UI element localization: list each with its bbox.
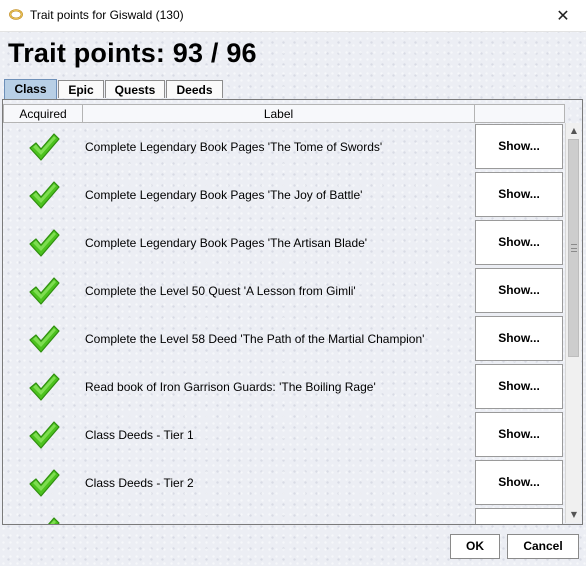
table-row[interactable]: Complete the Level 58 Deed 'The Path of … [3,315,565,363]
table-row[interactable]: Complete Legendary Book Pages 'The Tome … [3,123,565,171]
tab-deeds[interactable]: Deeds [166,80,223,98]
table-row[interactable]: Class Deeds - Tier 1 Show... [3,411,565,459]
checkmark-icon [27,419,61,451]
checkmark-icon [27,179,61,211]
checkmark-icon [27,275,61,307]
column-header-label[interactable]: Label [83,104,475,123]
row-label: Class Deeds - Tier 2 [85,476,194,490]
checkmark-icon [27,227,61,259]
tab-class[interactable]: Class [4,79,57,99]
trait-points-heading: Trait points: 93 / 96 [8,38,257,68]
tab-epic[interactable]: Epic [58,80,104,98]
checkmark-icon [27,131,61,163]
show-button[interactable]: Show... [475,124,563,169]
show-button[interactable]: Show... [475,268,563,313]
table-row[interactable]: Class Deeds - Tier 2 Show... [3,459,565,507]
title-bar: Trait points for Giswald (130) ✕ [0,0,586,32]
checkmark-icon [27,467,61,499]
table-row[interactable]: Complete the Level 50 Quest 'A Lesson fr… [3,267,565,315]
checkmark-icon [27,371,61,403]
table-row[interactable] [3,507,565,524]
scroll-up-arrow-icon[interactable]: ▲ [566,123,582,139]
ring-icon [9,9,23,20]
show-button[interactable]: Show... [475,412,563,457]
vertical-scrollbar[interactable]: ▲ ▼ [565,123,581,523]
show-button[interactable]: Show... [475,316,563,361]
row-label: Read book of Iron Garrison Guards: 'The … [85,380,376,394]
table-header: Acquired Label [3,104,565,123]
column-header-acquired[interactable]: Acquired [3,104,83,123]
scrollbar-thumb[interactable] [568,139,579,357]
show-button[interactable]: Show... [475,172,563,217]
row-label: Complete the Level 58 Deed 'The Path of … [85,332,425,346]
show-button[interactable]: Show... [475,364,563,409]
ok-button[interactable]: OK [450,534,500,559]
traits-table-body: Complete Legendary Book Pages 'The Tome … [3,123,565,524]
table-row[interactable]: Complete Legendary Book Pages 'The Artis… [3,219,565,267]
table-row[interactable]: Complete Legendary Book Pages 'The Joy o… [3,171,565,219]
scroll-down-arrow-icon[interactable]: ▼ [566,507,582,523]
row-label: Complete Legendary Book Pages 'The Tome … [85,140,383,154]
cancel-button[interactable]: Cancel [507,534,579,559]
row-label: Complete Legendary Book Pages 'The Artis… [85,236,368,250]
grip-icon [571,244,577,252]
checkmark-icon [27,323,61,355]
window-title: Trait points for Giswald (130) [30,8,184,22]
close-button[interactable]: ✕ [540,0,586,31]
close-icon: ✕ [556,6,570,25]
row-label: Complete the Level 50 Quest 'A Lesson fr… [85,284,356,298]
column-header-actions[interactable] [475,104,565,123]
row-label: Complete Legendary Book Pages 'The Joy o… [85,188,363,202]
table-row[interactable]: Read book of Iron Garrison Guards: 'The … [3,363,565,411]
show-button[interactable]: Show... [475,460,563,505]
row-label: Class Deeds - Tier 1 [85,428,194,442]
show-button[interactable]: Show... [475,220,563,265]
show-button[interactable] [475,508,563,524]
checkmark-icon [27,515,61,524]
tab-quests[interactable]: Quests [105,80,165,98]
